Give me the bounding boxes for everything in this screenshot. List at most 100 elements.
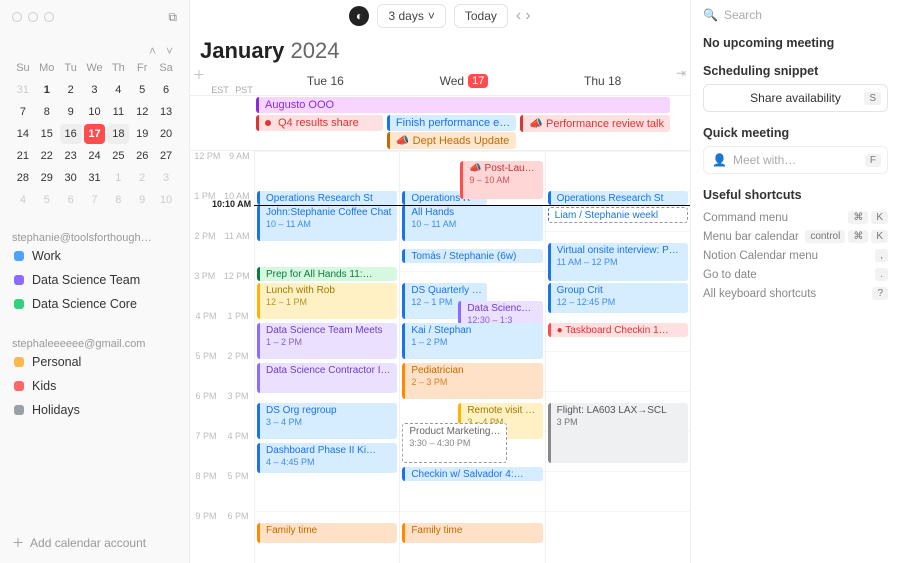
mini-day[interactable]: 10	[84, 102, 106, 122]
mini-day[interactable]: 23	[60, 146, 82, 166]
mini-day[interactable]: 19	[131, 124, 153, 144]
mini-day[interactable]: 9	[131, 190, 153, 210]
event[interactable]: Operations Research St	[548, 191, 688, 205]
calendar-item[interactable]: Work	[12, 244, 177, 268]
maximize-icon[interactable]	[44, 12, 54, 22]
allday-event[interactable]: 📣 Dept Heads Update	[387, 132, 516, 149]
add-tz-right-icon[interactable]: ⇥	[672, 66, 690, 95]
timeline-grid[interactable]: 12 PM9 AM1 PM10 AM2 PM11 AM3 PM12 PM4 PM…	[190, 151, 690, 563]
mini-day[interactable]: 9	[60, 102, 82, 122]
add-account-button[interactable]: ＋ Add calendar account	[12, 534, 177, 551]
mini-day[interactable]: 8	[107, 190, 129, 210]
mini-day[interactable]: 14	[12, 124, 34, 144]
next-icon[interactable]: ›	[525, 7, 530, 25]
mini-day[interactable]: 24	[84, 146, 106, 166]
range-button[interactable]: 3 days ˅	[377, 4, 445, 28]
shortcut-row[interactable]: Command menu⌘K	[703, 208, 888, 227]
event[interactable]: Kai / Stephan1 – 2 PM	[402, 323, 542, 359]
mini-day[interactable]: 31	[12, 80, 34, 100]
day-column-tue[interactable]: Operations Research StJohn:Stephanie Cof…	[254, 151, 399, 563]
event[interactable]: Data Science Team Meets1 – 2 PM	[257, 323, 397, 359]
event[interactable]: Pediatrician2 – 3 PM	[402, 363, 542, 399]
mini-day[interactable]: 30	[60, 168, 82, 188]
allday-event[interactable]: Finish performance e…	[387, 115, 516, 131]
event[interactable]: Operations Research St	[257, 191, 397, 205]
event[interactable]: DS Org regroup3 – 4 PM	[257, 403, 397, 439]
close-icon[interactable]	[12, 12, 22, 22]
event[interactable]: Flight: LA603 LAX→SCL3 PM	[548, 403, 688, 463]
share-availability-button[interactable]: Share availability S	[703, 84, 888, 112]
mini-day[interactable]: 6	[60, 190, 82, 210]
event[interactable]: John:Stephanie Coffee Chat10 – 11 AM	[257, 205, 397, 241]
event[interactable]: All Hands10 – 11 AM	[402, 205, 542, 241]
day-col-thu[interactable]: Thu 18	[533, 66, 672, 95]
event[interactable]: Tomás / Stephanie (6w)	[402, 249, 542, 263]
mini-day[interactable]: 17	[84, 124, 106, 144]
mini-day[interactable]: 6	[155, 80, 177, 100]
event[interactable]: Liam / Stephanie weekl	[548, 207, 688, 223]
mini-day[interactable]: 12	[131, 102, 153, 122]
mini-day[interactable]: 3	[155, 168, 177, 188]
event[interactable]: Product Marketing Q&A3:30 – 4:30 PM	[402, 423, 506, 463]
mini-day[interactable]: 10	[155, 190, 177, 210]
shortcut-row[interactable]: All keyboard shortcuts?	[703, 284, 888, 303]
day-col-tue[interactable]: Tue 16	[256, 66, 395, 95]
mini-day[interactable]: 25	[107, 146, 129, 166]
event[interactable]: Virtual onsite interview: Pedro …11 AM –…	[548, 243, 688, 281]
minimize-icon[interactable]	[28, 12, 38, 22]
mini-day[interactable]: 15	[36, 124, 58, 144]
today-button[interactable]: Today	[454, 4, 508, 28]
allday-event[interactable]: Augusto OOO	[256, 97, 670, 113]
chevron-down-icon[interactable]: ˅	[166, 44, 173, 58]
event[interactable]: Checkin w/ Salvador 4:…	[402, 467, 542, 481]
sidebar-toggle-icon[interactable]: ⧉	[168, 10, 177, 25]
shortcut-row[interactable]: Notion Calendar menu,	[703, 246, 888, 265]
allday-event[interactable]: 📣 Performance review talk	[520, 115, 670, 132]
mini-day[interactable]: 31	[84, 168, 106, 188]
allday-event[interactable]: Q4 results share	[256, 115, 383, 131]
mini-day[interactable]: 3	[84, 80, 106, 100]
mini-day[interactable]: 27	[155, 146, 177, 166]
event[interactable]: Lunch with Rob12 – 1 PM	[257, 283, 397, 319]
event[interactable]: Group Crit12 – 12:45 PM	[548, 283, 688, 313]
event[interactable]: Prep for All Hands 11:…	[257, 267, 397, 281]
mini-day[interactable]: 21	[12, 146, 34, 166]
day-col-wed[interactable]: Wed17	[395, 66, 534, 95]
avatar[interactable]: ◐	[349, 6, 369, 26]
shortcut-row[interactable]: Menu bar calendarcontrol⌘K	[703, 227, 888, 246]
calendar-item[interactable]: Holidays	[12, 398, 177, 422]
search-input[interactable]: 🔍 Search	[703, 8, 888, 22]
mini-day[interactable]: 2	[60, 80, 82, 100]
mini-day[interactable]: 20	[155, 124, 177, 144]
mini-day[interactable]: 22	[36, 146, 58, 166]
event[interactable]: ● Taskboard Checkin 1…	[548, 323, 688, 337]
mini-day[interactable]: 7	[12, 102, 34, 122]
mini-day[interactable]: 11	[107, 102, 129, 122]
day-column-thu[interactable]: Operations Research St Liam / Stephanie w…	[545, 151, 690, 563]
mini-day[interactable]: 5	[36, 190, 58, 210]
mini-day[interactable]: 29	[36, 168, 58, 188]
mini-day[interactable]: 1	[107, 168, 129, 188]
mini-day[interactable]: 5	[131, 80, 153, 100]
mini-day[interactable]: 18	[107, 124, 129, 144]
prev-icon[interactable]: ‹	[516, 7, 521, 25]
chevron-up-icon[interactable]: ˄	[149, 44, 156, 58]
day-column-wed[interactable]: Operations R📣 Post-Launch…9 – 10 AMAll H…	[399, 151, 544, 563]
mini-day[interactable]: 1	[36, 80, 58, 100]
calendar-item[interactable]: Data Science Core	[12, 292, 177, 316]
mini-day[interactable]: 16	[60, 124, 82, 144]
mini-day[interactable]: 28	[12, 168, 34, 188]
mini-day[interactable]: 8	[36, 102, 58, 122]
event[interactable]: Data Science Contractor Intake: …	[257, 363, 397, 393]
mini-day[interactable]: 4	[107, 80, 129, 100]
meet-with-input[interactable]: 👤 Meet with… F	[703, 146, 888, 174]
calendar-item[interactable]: Kids	[12, 374, 177, 398]
calendar-item[interactable]: Data Science Team	[12, 268, 177, 292]
mini-day[interactable]: 7	[84, 190, 106, 210]
shortcut-row[interactable]: Go to date.	[703, 265, 888, 284]
mini-day[interactable]: 4	[12, 190, 34, 210]
calendar-item[interactable]: Personal	[12, 350, 177, 374]
event[interactable]: Family time	[257, 523, 397, 543]
event[interactable]: 📣 Post-Launch…9 – 10 AM	[460, 161, 542, 199]
event[interactable]: Family time	[402, 523, 542, 543]
